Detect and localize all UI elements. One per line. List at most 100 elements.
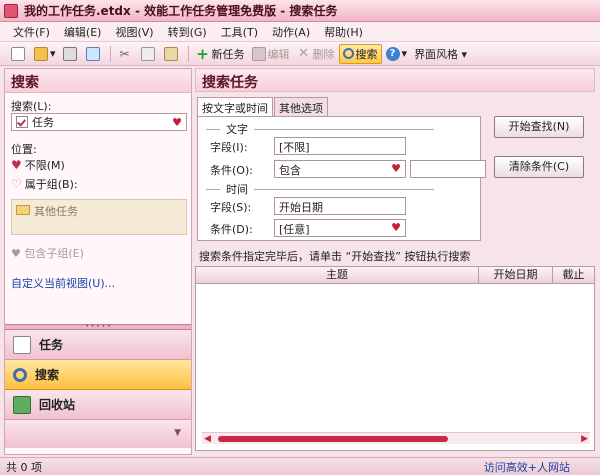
- field-value: [不限]: [279, 141, 310, 154]
- nav-tasks-label: 任务: [39, 338, 64, 352]
- include-subgroup-checkbox[interactable]: ♥ 包含子组(E): [11, 245, 84, 261]
- open-button[interactable]: ▾: [31, 44, 59, 64]
- heart-radio-icon: ♡: [11, 177, 22, 191]
- heart-dropdown-icon: ♥: [172, 115, 182, 129]
- radio-unlimited[interactable]: ♥ 不限(M): [11, 157, 65, 173]
- time-field-label: 字段(S):: [210, 201, 252, 214]
- results-table: 主题 开始日期 截止 ◀ ▶: [195, 266, 595, 451]
- copy-icon: [140, 46, 155, 61]
- menu-goto[interactable]: 转到(G): [161, 24, 214, 40]
- group-list[interactable]: 其他任务: [11, 199, 187, 235]
- search-tabs: 按文字或时间 其他选项: [197, 97, 329, 117]
- preview-button[interactable]: [83, 44, 105, 64]
- divider: [206, 188, 220, 190]
- toolbar: ▾ ✂ + 新任务 编辑 ✕ 删除 搜索 ? ▾ 界面风格 ▾: [0, 42, 600, 66]
- edit-icon: [251, 46, 266, 61]
- field-input[interactable]: [不限]: [274, 137, 406, 155]
- condition-text-input[interactable]: [410, 160, 486, 178]
- heart-dropdown-icon: ♥: [391, 162, 401, 175]
- position-label: 位置:: [11, 143, 37, 156]
- group-item-label[interactable]: 其他任务: [34, 203, 78, 219]
- condition-select[interactable]: 包含 ♥: [274, 160, 406, 178]
- col-start-date[interactable]: 开始日期: [479, 267, 553, 283]
- time-field-value: 开始日期: [279, 201, 323, 214]
- chevron-down-icon: ▼: [174, 428, 181, 438]
- delete-button[interactable]: ✕ 删除: [294, 44, 338, 64]
- scroll-thumb[interactable]: [218, 436, 448, 442]
- nav-recycle[interactable]: 回收站: [5, 390, 191, 420]
- new-file-button[interactable]: [8, 44, 30, 64]
- time-condition-select[interactable]: [任意] ♥: [274, 219, 406, 237]
- menu-edit[interactable]: 编辑(E): [57, 24, 109, 40]
- nav-options[interactable]: ▼: [5, 420, 191, 448]
- search-icon: [13, 367, 27, 382]
- condition-value: 包含: [279, 164, 301, 177]
- toolbar-separator: [109, 45, 111, 62]
- status-bar: 共 0 项 访问高效+人网站: [0, 457, 600, 475]
- open-folder-icon: [34, 46, 48, 61]
- col-subject[interactable]: 主题: [196, 267, 479, 283]
- recycle-bin-icon: [13, 395, 31, 414]
- time-field-input[interactable]: 开始日期: [274, 197, 406, 215]
- preview-icon: [85, 46, 100, 61]
- search-form: 文字 字段(I): [不限] 条件(O): 包含 ♥ 时间 字段(S): 开始日期…: [197, 116, 486, 241]
- menu-tools[interactable]: 工具(T): [214, 24, 265, 40]
- radio-group[interactable]: ♡ 属于组(B):: [11, 176, 78, 192]
- edit-button[interactable]: 编辑: [249, 44, 293, 64]
- nav-search[interactable]: 搜索: [5, 360, 191, 390]
- new-task-button[interactable]: + 新任务: [193, 44, 248, 64]
- results-header: 主题 开始日期 截止: [196, 267, 594, 284]
- menu-help[interactable]: 帮助(H): [317, 24, 370, 40]
- theme-button[interactable]: 界面风格 ▾: [411, 44, 470, 64]
- delete-icon: ✕: [298, 45, 309, 61]
- left-search-panel: 搜索 搜索(L): 任务 ♥ 位置: ♥ 不限(M) ♡ 属于组(B): 其他任务 …: [4, 68, 192, 455]
- delete-label: 删除: [312, 47, 335, 61]
- left-panel-title: 搜索: [5, 69, 191, 93]
- section-text-label: 文字: [226, 123, 248, 136]
- divider: [206, 128, 220, 130]
- time-condition-label: 条件(D):: [210, 223, 253, 236]
- scroll-right-icon[interactable]: ▶: [581, 433, 588, 445]
- search-scope-combo[interactable]: 任务 ♥: [11, 113, 187, 131]
- help-button[interactable]: ? ▾: [383, 44, 411, 64]
- scroll-left-icon[interactable]: ◀: [204, 433, 211, 445]
- col-due[interactable]: 截止: [553, 267, 594, 283]
- menu-file[interactable]: 文件(F): [6, 24, 57, 40]
- horizontal-scrollbar[interactable]: ◀ ▶: [202, 432, 590, 444]
- start-search-button[interactable]: 开始查找(N): [494, 116, 584, 138]
- section-time-label: 时间: [226, 183, 248, 196]
- new-task-label: 新任务: [211, 47, 245, 61]
- nav-tasks[interactable]: 任务: [5, 330, 191, 360]
- section-time: 时间: [206, 181, 434, 197]
- tasks-icon: [13, 335, 31, 354]
- print-icon: [62, 46, 77, 61]
- edit-label: 编辑: [267, 47, 290, 61]
- define-view-link[interactable]: 自定义当前视图(U)...: [11, 275, 115, 291]
- search-scope-value: 任务: [32, 116, 54, 129]
- cut-button[interactable]: ✂: [115, 44, 137, 64]
- nav-recycle-label: 回收站: [39, 398, 76, 412]
- include-subgroup-label: 包含子组(E): [24, 247, 84, 260]
- menu-action[interactable]: 动作(A): [265, 24, 317, 40]
- heart-radio-selected-icon: ♥: [11, 158, 22, 172]
- new-file-icon: [11, 46, 25, 61]
- menu-view[interactable]: 视图(V): [108, 24, 160, 40]
- window-title: 我的工作任务.etdx - 效能工作任务管理免费版 - 搜索任务: [24, 4, 338, 18]
- app-icon: [4, 3, 18, 18]
- paste-button[interactable]: [161, 44, 183, 64]
- copy-button[interactable]: [138, 44, 160, 64]
- search-scope-label: 搜索(L):: [11, 100, 52, 113]
- nav-search-label: 搜索: [35, 368, 60, 382]
- menu-bar: 文件(F) 编辑(E) 视图(V) 转到(G) 工具(T) 动作(A) 帮助(H…: [0, 22, 600, 42]
- help-icon: ?: [385, 46, 400, 61]
- website-link[interactable]: 访问高效+人网站: [484, 459, 600, 475]
- plus-icon: +: [196, 44, 209, 63]
- tab-text-time[interactable]: 按文字或时间: [197, 97, 273, 117]
- print-button[interactable]: [60, 44, 82, 64]
- condition-label: 条件(O):: [210, 164, 253, 177]
- search-icon: [342, 48, 354, 59]
- tab-other-options[interactable]: 其他选项: [274, 97, 328, 116]
- search-button[interactable]: 搜索: [338, 43, 382, 64]
- section-text: 文字: [206, 121, 434, 137]
- clear-conditions-button[interactable]: 清除条件(C): [494, 156, 584, 178]
